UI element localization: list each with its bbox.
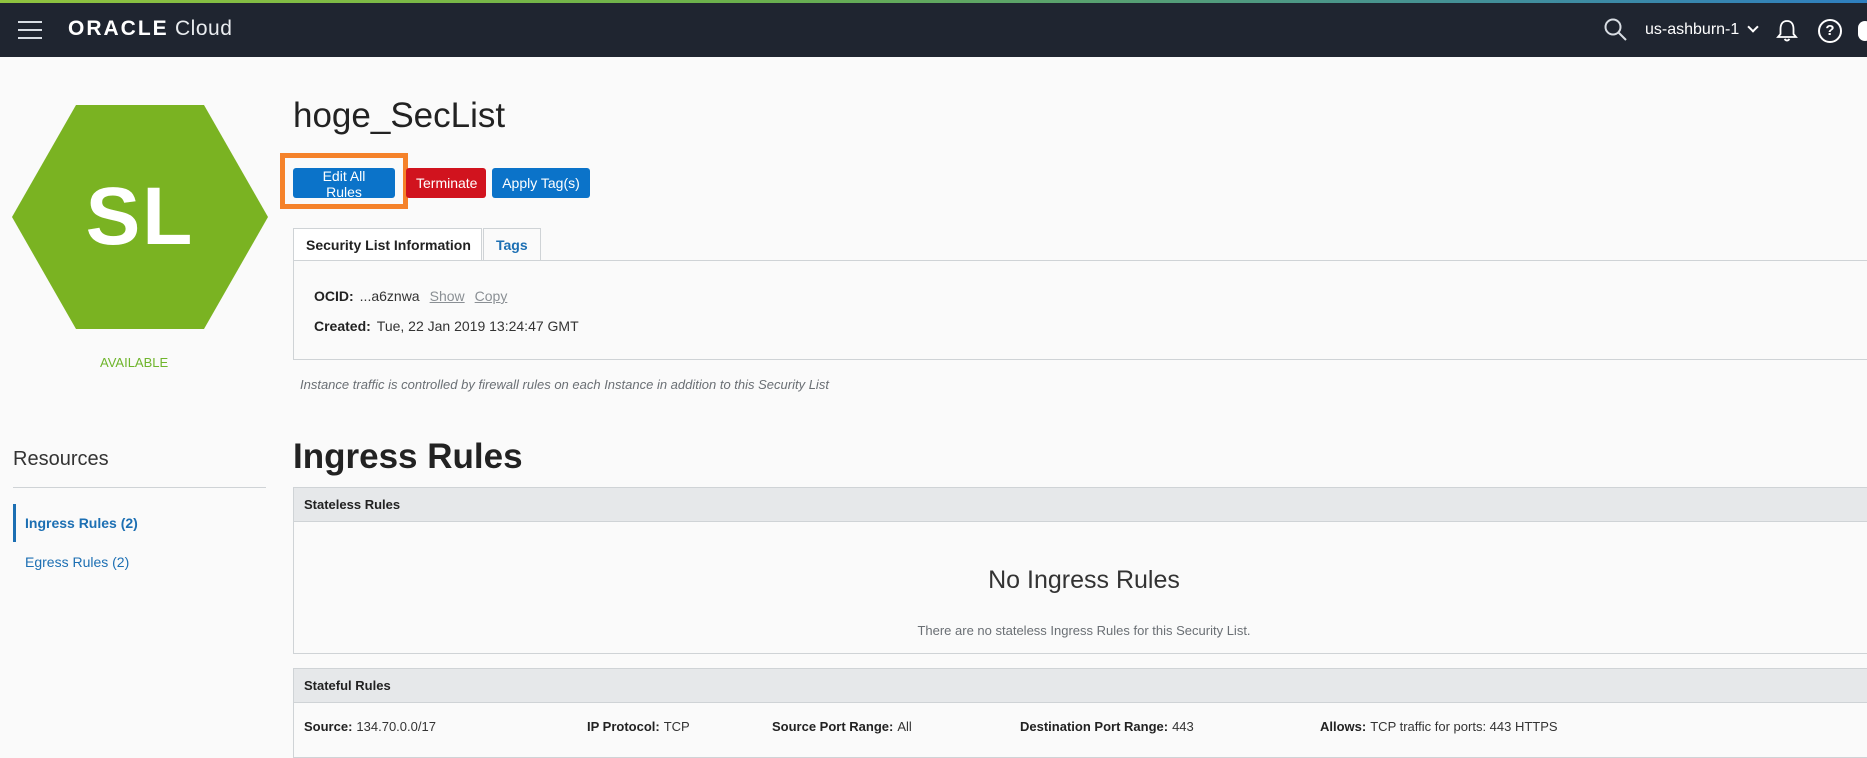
created-value: Tue, 22 Jan 2019 13:24:47 GMT [376, 318, 579, 334]
search-icon[interactable] [1603, 17, 1629, 43]
empty-state-title: No Ingress Rules [988, 566, 1180, 594]
rule-destination-port: Destination Port Range: 443 [1020, 719, 1194, 734]
bell-icon[interactable] [1775, 18, 1799, 44]
stateless-rules-header: Stateless Rules [294, 488, 1867, 522]
region-selector[interactable]: us-ashburn-1 [1645, 21, 1759, 39]
ocid-copy-link[interactable]: Copy [475, 288, 508, 304]
top-navigation-bar: ORACLE Cloud us-ashburn-1 ? [0, 3, 1867, 57]
firewall-note: Instance traffic is controlled by firewa… [300, 377, 829, 392]
oracle-cloud-logo[interactable]: ORACLE Cloud [68, 17, 232, 41]
table-row: Source: 134.70.0.0/17 IP Protocol: TCP Sou… [294, 703, 1867, 751]
badge-initials: SL [85, 171, 195, 262]
brand-name: ORACLE [68, 17, 169, 40]
ocid-row: OCID: ...a6znwa Show Copy [314, 288, 507, 304]
stateful-rules-box: Stateful Rules Source: 134.70.0.0/17 IP P… [293, 668, 1867, 758]
region-label: us-ashburn-1 [1645, 21, 1740, 38]
created-row: Created: Tue, 22 Jan 2019 13:24:47 GMT [314, 318, 579, 334]
rule-source: Source: 134.70.0.0/17 [304, 719, 436, 734]
security-list-info-panel: OCID: ...a6znwa Show Copy Created: Tue, 22 J… [293, 260, 1867, 360]
hamburger-menu-icon[interactable] [18, 21, 42, 39]
tab-security-list-information[interactable]: Security List Information [293, 228, 482, 261]
brand-suffix: Cloud [175, 17, 233, 40]
ingress-rules-heading: Ingress Rules [293, 437, 523, 476]
apply-tags-button[interactable]: Apply Tag(s) [492, 168, 590, 198]
ocid-show-link[interactable]: Show [430, 288, 465, 304]
ocid-label: OCID: [314, 288, 354, 304]
rule-protocol: IP Protocol: TCP [587, 719, 690, 734]
edit-all-rules-button[interactable]: Edit All Rules [293, 168, 395, 200]
empty-state-message: There are no stateless Ingress Rules for… [917, 623, 1251, 638]
security-list-badge: SL [12, 105, 268, 329]
rule-source-port: Source Port Range: All [772, 719, 912, 734]
stateful-rules-header: Stateful Rules [294, 669, 1867, 703]
resources-divider [13, 487, 266, 488]
rule-allows: Allows: TCP traffic for ports: 443 HTTPS [1320, 719, 1558, 734]
tab-tags[interactable]: Tags [483, 228, 541, 261]
page-title: hoge_SecList [293, 96, 506, 135]
terminate-button[interactable]: Terminate [406, 168, 486, 198]
created-label: Created: [314, 318, 371, 334]
status-badge: AVAILABLE [100, 355, 169, 370]
resources-heading: Resources [13, 448, 109, 470]
chevron-down-icon [1747, 21, 1759, 33]
profile-avatar[interactable] [1858, 21, 1867, 41]
ocid-value: ...a6znwa [359, 288, 420, 304]
help-icon[interactable]: ? [1818, 19, 1842, 43]
sidebar-item-ingress-rules[interactable]: Ingress Rules (2) [13, 504, 138, 542]
sidebar-item-egress-rules[interactable]: Egress Rules (2) [13, 554, 129, 570]
stateless-rules-box: Stateless Rules No Ingress Rules There a… [293, 487, 1867, 654]
